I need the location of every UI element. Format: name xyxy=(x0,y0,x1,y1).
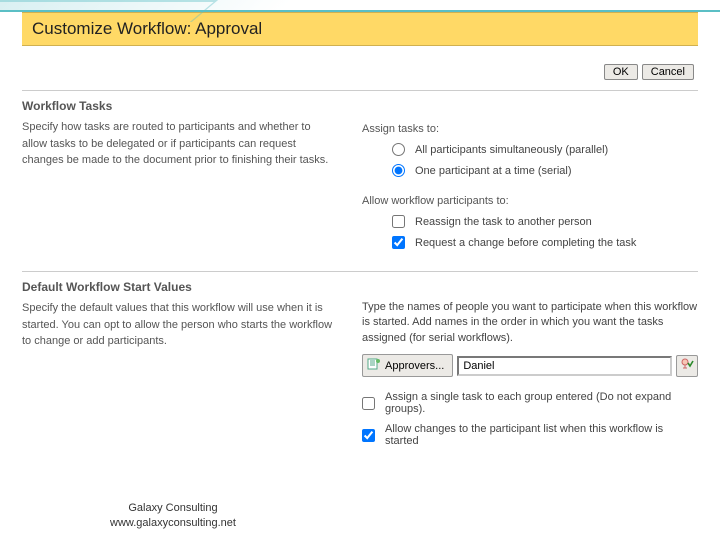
default-values-description: Specify the default values that this wor… xyxy=(22,300,342,451)
option-parallel[interactable]: All participants simultaneously (paralle… xyxy=(362,139,698,160)
radio-parallel-label: All participants simultaneously (paralle… xyxy=(415,144,608,156)
slide-footer: Galaxy Consulting www.galaxyconsulting.n… xyxy=(110,501,236,530)
option-single-task[interactable]: Assign a single task to each group enter… xyxy=(362,387,698,419)
section-default-values-heading: Default Workflow Start Values xyxy=(22,271,698,294)
footer-line2: www.galaxyconsulting.net xyxy=(110,516,236,530)
section-workflow-tasks: Specify how tasks are routed to particip… xyxy=(22,119,698,253)
checkbox-request-change[interactable] xyxy=(392,236,405,249)
checkbox-single-task-label: Assign a single task to each group enter… xyxy=(385,391,698,415)
addressbook-icon xyxy=(367,357,381,374)
approvers-button[interactable]: Approvers... xyxy=(362,354,453,377)
section-workflow-tasks-heading: Workflow Tasks xyxy=(22,90,698,113)
option-request-change[interactable]: Request a change before completing the t… xyxy=(362,232,698,253)
checkbox-allow-changes[interactable] xyxy=(362,429,375,442)
checkbox-request-change-label: Request a change before completing the t… xyxy=(415,237,636,249)
approvers-picker-row: Approvers... xyxy=(362,354,698,377)
decorative-header-stripe xyxy=(0,0,720,12)
checkbox-single-task[interactable] xyxy=(362,397,375,410)
workflow-tasks-controls: Assign tasks to: All participants simult… xyxy=(362,119,698,253)
approvers-button-label: Approvers... xyxy=(385,360,444,372)
participants-instruction: Type the names of people you want to par… xyxy=(362,300,698,346)
allow-participants-label: Allow workflow participants to: xyxy=(362,195,698,207)
section-default-values: Specify the default values that this wor… xyxy=(22,300,698,451)
checkbox-allow-changes-label: Allow changes to the participant list wh… xyxy=(385,423,698,447)
dialog-top-buttons: OK Cancel xyxy=(22,46,698,90)
approvers-input[interactable] xyxy=(457,356,672,376)
checkbox-reassign-label: Reassign the task to another person xyxy=(415,216,592,228)
radio-parallel[interactable] xyxy=(392,143,405,156)
option-reassign[interactable]: Reassign the task to another person xyxy=(362,211,698,232)
option-serial[interactable]: One participant at a time (serial) xyxy=(362,160,698,181)
radio-serial-label: One participant at a time (serial) xyxy=(415,165,572,177)
ok-button[interactable]: OK xyxy=(604,64,638,80)
footer-line1: Galaxy Consulting xyxy=(110,501,236,515)
radio-serial[interactable] xyxy=(392,164,405,177)
cancel-button[interactable]: Cancel xyxy=(642,64,694,80)
default-values-controls: Type the names of people you want to par… xyxy=(362,300,698,451)
assign-tasks-label: Assign tasks to: xyxy=(362,123,698,135)
checkbox-reassign[interactable] xyxy=(392,215,405,228)
check-names-button[interactable] xyxy=(676,355,698,377)
workflow-dialog: Customize Workflow: Approval OK Cancel W… xyxy=(22,12,698,451)
option-allow-changes[interactable]: Allow changes to the participant list wh… xyxy=(362,419,698,451)
check-names-icon xyxy=(680,357,694,374)
workflow-tasks-description: Specify how tasks are routed to particip… xyxy=(22,119,342,253)
